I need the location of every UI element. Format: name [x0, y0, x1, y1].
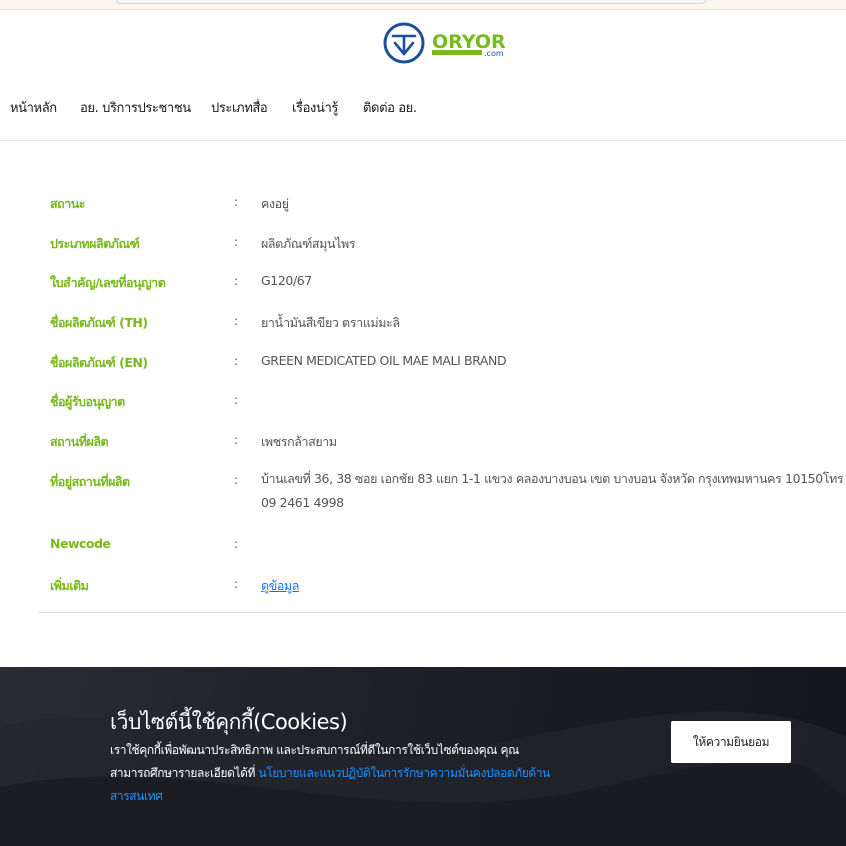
- detail-colon: :: [234, 392, 239, 407]
- logo-suffix: .com: [484, 49, 504, 58]
- detail-colon: :: [234, 576, 239, 591]
- detail-value: ผลิตภัณฑ์สมุนไพร: [261, 236, 356, 251]
- detail-value: เพชรกล้าสยาม: [261, 434, 337, 449]
- top-bar: [0, 0, 846, 10]
- detail-value: G120/67: [261, 273, 312, 288]
- view-info-link[interactable]: ดูข้อมูล: [261, 578, 299, 593]
- header-divider: [0, 140, 846, 141]
- detail-label: ชื่อผู้รับอนุญาต: [50, 394, 125, 409]
- oryor-logo[interactable]: ORYOR .com: [382, 21, 512, 65]
- detail-label: ประเภทผลิตภัณฑ์: [50, 236, 140, 251]
- detail-label: ที่อยู่สถานที่ผลิต: [50, 474, 130, 489]
- nav-item-knowledge[interactable]: เรื่องน่ารู้: [292, 97, 338, 118]
- nav-item-services[interactable]: อย. บริการประชาชน: [80, 97, 191, 118]
- detail-label: สถานที่ผลิต: [50, 434, 109, 449]
- detail-colon: :: [234, 194, 239, 209]
- cookie-title: เว็บไซต์นี้ใช้คุกกี้(Cookies): [110, 710, 348, 734]
- cookie-banner: เว็บไซต์นี้ใช้คุกกี้(Cookies) เราใช้คุกก…: [0, 667, 846, 846]
- detail-label: Newcode: [50, 536, 111, 551]
- accept-cookies-button[interactable]: ให้ความยินยอม: [671, 721, 791, 763]
- detail-label: ชื่อผลิตภัณฑ์ (EN): [50, 355, 148, 370]
- nav-item-home[interactable]: หน้าหลัก: [10, 97, 57, 118]
- main-nav: หน้าหลัก อย. บริการประชาชน ประเภทสื่อ เร…: [0, 97, 846, 121]
- detail-label: ใบสำคัญ/เลขที่อนุญาต: [50, 275, 166, 290]
- detail-value: บ้านเลขที่ 36, 38 ซอย เอกชัย 83 แยก 1-1 …: [261, 471, 844, 510]
- detail-colon: :: [234, 313, 239, 328]
- detail-label: เพิ่มเติม: [50, 578, 89, 593]
- detail-value: คงอยู่: [261, 196, 289, 211]
- cookie-text: เราใช้คุกกี้เพื่อพัฒนาประสิทธิภาพ และประ…: [110, 739, 550, 808]
- nav-item-media[interactable]: ประเภทสื่อ: [211, 97, 268, 118]
- search-input[interactable]: [115, 0, 707, 4]
- detail-colon: :: [234, 273, 239, 288]
- detail-value: GREEN MEDICATED OIL MAE MALI BRAND: [261, 353, 507, 368]
- detail-label: ชื่อผลิตภัณฑ์ (TH): [50, 315, 148, 330]
- detail-value: ยาน้ำมันสีเขียว ตราแม่มะลิ: [261, 315, 400, 330]
- nav-item-contact[interactable]: ติดต่อ อย.: [363, 97, 417, 118]
- detail-colon: :: [234, 536, 239, 551]
- detail-colon: :: [234, 472, 239, 487]
- detail-value: ดูข้อมูล: [261, 576, 299, 596]
- detail-colon: :: [234, 432, 239, 447]
- details-bottom-border: [38, 612, 846, 613]
- detail-colon: :: [234, 353, 239, 368]
- detail-label: สถานะ: [50, 196, 85, 211]
- detail-colon: :: [234, 234, 239, 249]
